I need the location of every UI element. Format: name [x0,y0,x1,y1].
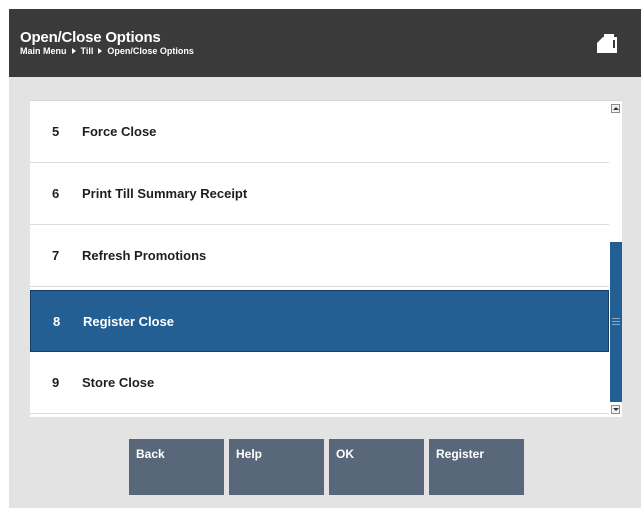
item-number: 7 [52,248,60,263]
grip-line [612,324,620,325]
register-icon [597,34,617,53]
ok-button[interactable]: OK [329,439,424,495]
list-item-print-till-summary-receipt[interactable]: 6 Print Till Summary Receipt [30,163,609,225]
grip-line [612,321,620,322]
arrow-down-icon [613,408,619,411]
grip-line [612,318,620,319]
item-number: 6 [52,186,60,201]
item-label: Print Till Summary Receipt [82,186,248,201]
breadcrumb-item-till[interactable]: Till [81,46,94,56]
list-scrollbar[interactable] [610,101,622,417]
app-window: Open/Close Options Main Menu Till Open/C… [9,9,641,508]
list-item-store-close[interactable]: 9 Store Close [30,352,609,414]
help-button[interactable]: Help [229,439,324,495]
page-title: Open/Close Options [20,29,161,46]
item-label: Refresh Promotions [82,248,207,263]
header-bar: Open/Close Options Main Menu Till Open/C… [9,9,641,77]
register-button[interactable]: Register [429,439,524,495]
item-label: Force Close [82,124,157,139]
item-number: 8 [53,313,61,329]
list-item-refresh-promotions[interactable]: 7 Refresh Promotions [30,225,609,287]
options-list: 5 Force Close 6 Print Till Summary Recei… [30,100,622,417]
scroll-thumb[interactable] [610,242,622,402]
list-item-register-close[interactable]: 8 Register Close [30,290,609,352]
item-label: Store Close [82,375,155,390]
item-number: 5 [52,124,60,139]
breadcrumb: Main Menu Till Open/Close Options [20,46,194,56]
breadcrumb-separator-icon [98,48,103,54]
back-button[interactable]: Back [129,439,224,495]
item-label: Register Close [83,313,175,329]
scroll-down-button[interactable] [611,405,620,414]
item-number: 9 [52,375,60,390]
breadcrumb-item-main-menu[interactable]: Main Menu [20,46,67,56]
scroll-up-button[interactable] [611,104,620,113]
list-item-force-close[interactable]: 5 Force Close [30,101,609,163]
breadcrumb-item-current: Open/Close Options [107,46,194,56]
breadcrumb-separator-icon [71,48,76,54]
arrow-up-icon [613,107,619,110]
